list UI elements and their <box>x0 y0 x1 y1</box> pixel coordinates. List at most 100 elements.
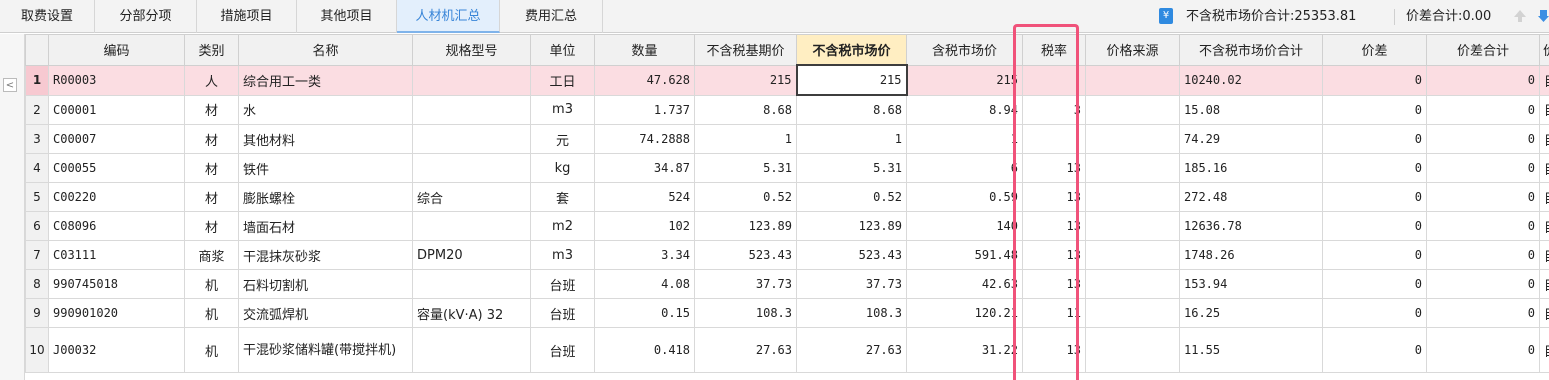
cell-spec[interactable] <box>412 269 531 299</box>
cell-price-diff-total[interactable]: 0 <box>1426 240 1540 270</box>
cell-tax-rate[interactable]: 13 <box>1022 182 1086 212</box>
col-header-name[interactable]: 名称 <box>238 34 413 66</box>
cell-extra[interactable]: 目 <box>1539 211 1549 241</box>
cell-price-diff-total[interactable]: 0 <box>1426 124 1540 154</box>
cell-unit[interactable]: 台班 <box>530 298 595 328</box>
col-header-base-price[interactable]: 不含税基期价 <box>694 34 797 66</box>
table-row[interactable]: 2C00001材水m31.7378.688.688.94315.0800目 <box>25 94 1549 125</box>
cell-category[interactable]: 机 <box>184 298 239 328</box>
cell-code[interactable]: R00003 <box>48 64 185 96</box>
cell-code[interactable]: C00055 <box>48 153 185 183</box>
cell-tax-rate[interactable]: 13 <box>1022 211 1086 241</box>
cell-quantity[interactable]: 47.628 <box>594 64 695 96</box>
cell-spec[interactable] <box>412 94 531 125</box>
cell-code[interactable]: C00220 <box>48 182 185 212</box>
cell-category[interactable]: 商浆 <box>184 240 239 270</box>
cell-base-price[interactable]: 37.73 <box>694 269 797 299</box>
cell-base-price[interactable]: 8.68 <box>694 94 797 125</box>
cell-price-diff-total[interactable]: 0 <box>1426 64 1540 96</box>
cell-price-source[interactable] <box>1085 124 1180 154</box>
cell-market-price[interactable]: 0.52 <box>796 182 907 212</box>
cell-spec[interactable] <box>412 153 531 183</box>
col-header-extra[interactable]: 价 <box>1539 34 1549 66</box>
cell-price-source[interactable] <box>1085 240 1180 270</box>
cell-spec[interactable] <box>412 211 531 241</box>
tab-sections[interactable]: 分部分项 <box>95 0 197 33</box>
cell-category[interactable]: 材 <box>184 211 239 241</box>
cell-unit[interactable]: m2 <box>530 211 595 241</box>
cell-spec[interactable] <box>412 327 531 373</box>
col-header-code[interactable]: 编码 <box>48 34 185 66</box>
cell-name[interactable]: 干混抹灰砂浆 <box>238 240 413 270</box>
cell-code[interactable]: 990745018 <box>48 269 185 299</box>
cell-category[interactable]: 人 <box>184 64 239 96</box>
cell-tax-rate[interactable] <box>1022 124 1086 154</box>
cell-spec[interactable]: DPM20 <box>412 240 531 270</box>
cell-price-diff[interactable]: 0 <box>1322 298 1427 328</box>
cell-quantity[interactable]: 74.2888 <box>594 124 695 154</box>
cell-market-price-tax[interactable]: 215 <box>906 64 1023 96</box>
cell-name[interactable]: 墙面石材 <box>238 211 413 241</box>
cell-price-diff-total[interactable]: 0 <box>1426 182 1540 212</box>
table-row[interactable]: 8 990745018 机石料切割机 台班 4.08 37.73 37.73 42.63 13 1… <box>25 269 1549 299</box>
cell-quantity[interactable]: 102 <box>594 211 695 241</box>
cell-price-diff[interactable]: 0 <box>1322 153 1427 183</box>
cell-price-source[interactable] <box>1085 211 1180 241</box>
cell-price-source[interactable] <box>1085 94 1180 125</box>
cell-code[interactable]: C00007 <box>48 124 185 154</box>
cell-name[interactable]: 交流弧焊机 <box>238 298 413 328</box>
cell-spec[interactable] <box>412 64 531 96</box>
cell-market-total[interactable]: 153.94 <box>1179 269 1323 299</box>
collapse-icon[interactable]: < <box>3 78 17 92</box>
tab-resource-summary[interactable]: 人材机汇总 <box>397 0 500 33</box>
cell-market-price-tax[interactable]: 8.94 <box>906 94 1023 125</box>
cell-price-diff[interactable]: 0 <box>1322 94 1427 125</box>
table-row[interactable]: 7 C03111 商浆 干混抹灰砂浆 DPM20 m3 3.34 523.43 523.43 59… <box>25 240 1549 270</box>
cell-tax-rate[interactable]: 13 <box>1022 240 1086 270</box>
cell-quantity[interactable]: 0.418 <box>594 327 695 373</box>
col-header-market-total[interactable]: 不含税市场价合计 <box>1179 34 1323 66</box>
cell-name[interactable]: 铁件 <box>238 153 413 183</box>
cell-market-price[interactable]: 523.43 <box>796 240 907 270</box>
cell-base-price[interactable]: 523.43 <box>694 240 797 270</box>
cell-market-price[interactable]: 5.31 <box>796 153 907 183</box>
cell-market-total[interactable]: 185.16 <box>1179 153 1323 183</box>
cell-extra[interactable]: 目 <box>1539 94 1549 125</box>
cell-price-diff-total[interactable]: 0 <box>1426 327 1540 373</box>
cell-price-diff[interactable]: 0 <box>1322 64 1427 96</box>
tab-measures[interactable]: 措施项目 <box>197 0 297 33</box>
cell-quantity[interactable]: 3.34 <box>594 240 695 270</box>
cell-tax-rate[interactable]: 11 <box>1022 298 1086 328</box>
cell-category[interactable]: 材 <box>184 182 239 212</box>
cell-price-diff[interactable]: 0 <box>1322 211 1427 241</box>
cell-extra[interactable]: 目 <box>1539 298 1549 328</box>
arrow-up-icon[interactable] <box>1512 8 1528 24</box>
cell-base-price[interactable]: 0.52 <box>694 182 797 212</box>
col-header-quantity[interactable]: 数量 <box>594 34 695 66</box>
cell-extra[interactable]: 目 <box>1539 64 1549 96</box>
cell-base-price[interactable]: 123.89 <box>694 211 797 241</box>
cell-quantity[interactable]: 0.15 <box>594 298 695 328</box>
cell-extra[interactable]: 目 <box>1539 269 1549 299</box>
cell-market-price-tax[interactable]: 140 <box>906 211 1023 241</box>
cell-market-total[interactable]: 1748.26 <box>1179 240 1323 270</box>
cell-tax-rate[interactable] <box>1022 64 1086 96</box>
cell-market-price-tax[interactable]: 591.48 <box>906 240 1023 270</box>
cell-tax-rate[interactable]: 3 <box>1022 94 1086 125</box>
cell-price-diff[interactable]: 0 <box>1322 240 1427 270</box>
cell-name[interactable]: 膨胀螺栓 <box>238 182 413 212</box>
cell-market-price-tax[interactable]: 6 <box>906 153 1023 183</box>
cell-spec[interactable]: 容量(kV·A) 32 <box>412 298 531 328</box>
cell-tax-rate[interactable]: 13 <box>1022 327 1086 373</box>
cell-price-source[interactable] <box>1085 153 1180 183</box>
col-header-price-source[interactable]: 价格来源 <box>1085 34 1180 66</box>
cell-unit[interactable]: 台班 <box>530 327 595 373</box>
table-row[interactable]: 1 R00003 人综合用工一类 工日 47.628 215 215 215 10240.02 0… <box>25 64 1549 96</box>
cell-name[interactable]: 石料切割机 <box>238 269 413 299</box>
cell-name[interactable]: 其他材料 <box>238 124 413 154</box>
cell-price-source[interactable] <box>1085 298 1180 328</box>
col-header-market-price-tax[interactable]: 含税市场价 <box>906 34 1023 66</box>
cell-base-price[interactable]: 215 <box>694 64 797 96</box>
table-row[interactable]: 4C00055材铁件kg34.875.315.31613185.1600目 <box>25 153 1549 183</box>
cell-code[interactable]: C03111 <box>48 240 185 270</box>
